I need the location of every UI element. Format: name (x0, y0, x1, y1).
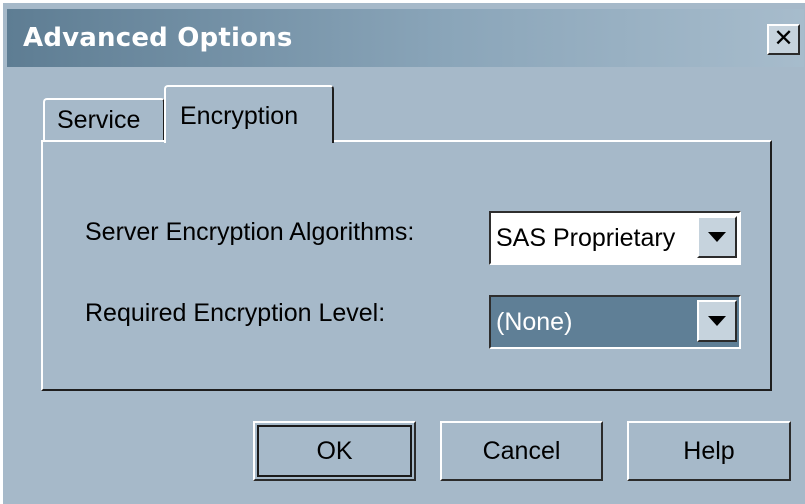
ok-button[interactable]: OK (253, 421, 416, 481)
tab-service[interactable]: Service (43, 98, 165, 141)
encryption-tab-panel (41, 140, 772, 391)
tab-encryption-label: Encryption (180, 102, 299, 130)
dialog-title: Advanced Options (23, 23, 293, 53)
cancel-button[interactable]: Cancel (440, 421, 603, 481)
close-icon: ✕ (773, 24, 794, 52)
title-bar[interactable]: Advanced Options ✕ (7, 9, 804, 67)
help-button[interactable]: Help (627, 421, 791, 481)
tab-service-label: Service (57, 106, 141, 134)
tab-encryption[interactable]: Encryption (164, 85, 334, 143)
close-button[interactable]: ✕ (767, 24, 800, 55)
advanced-options-dialog: Advanced Options ✕ Service Encryption Se… (0, 0, 805, 504)
